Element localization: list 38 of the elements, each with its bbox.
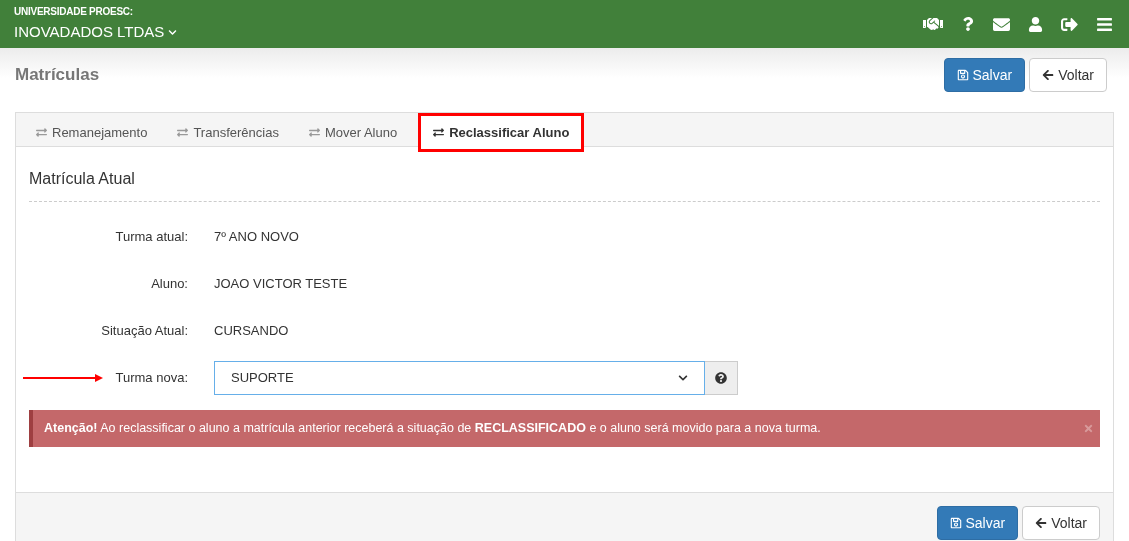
alert-message: Atenção! Ao reclassificar o aluno a matrícula anterior receberá a situação de RECLASSIFICADO e o aluno será movido para a nova turma.	[44, 420, 821, 438]
user-icon[interactable]	[1028, 16, 1043, 32]
arrow-left-icon	[1035, 517, 1048, 529]
back-button[interactable]: Voltar	[1029, 58, 1107, 92]
tab[interactable]: Remanejamento	[24, 116, 160, 149]
field-label: Aluno:	[151, 275, 188, 294]
field-value: JOAO VICTOR TESTE	[214, 275, 348, 294]
chevron-down-icon	[168, 28, 178, 37]
tab[interactable]: Transferências	[165, 116, 291, 149]
logout-icon[interactable]	[1061, 15, 1078, 33]
page-title: Matrículas	[15, 64, 100, 87]
exchange-icon	[308, 127, 320, 138]
field-value: 7º ANO NOVO	[214, 228, 299, 247]
menu-icon[interactable]	[1096, 15, 1113, 33]
section-title: Matrícula Atual	[29, 167, 1100, 202]
save-button[interactable]: Salvar	[936, 506, 1019, 540]
save-icon	[956, 69, 969, 81]
exchange-icon	[433, 127, 445, 138]
company-dropdown[interactable]: INOVADADOS LTDAS	[14, 21, 178, 44]
save-icon	[949, 517, 962, 529]
save-button[interactable]: Salvar	[943, 58, 1026, 92]
help-icon[interactable]	[961, 17, 975, 31]
back-button[interactable]: Voltar	[1022, 506, 1100, 540]
field-label: Turma nova:	[115, 369, 188, 388]
exchange-icon	[177, 127, 189, 138]
arrow-left-icon	[1042, 69, 1055, 81]
field-label: Turma atual:	[115, 228, 188, 247]
tab[interactable]: Mover Aluno	[296, 116, 410, 149]
exchange-icon	[36, 127, 47, 138]
mail-icon[interactable]	[993, 15, 1010, 33]
field-label: Situação Atual:	[101, 322, 188, 341]
tab[interactable]: Reclassificar Aluno	[421, 116, 582, 149]
chevron-down-icon	[678, 373, 688, 383]
institution-name: UNIVERSIDADE PROESC:	[14, 5, 134, 20]
class-select[interactable]: SUPORTE	[214, 361, 705, 395]
help-button[interactable]	[705, 361, 738, 395]
field-value: CURSANDO	[214, 322, 289, 341]
help-icon	[715, 372, 727, 384]
